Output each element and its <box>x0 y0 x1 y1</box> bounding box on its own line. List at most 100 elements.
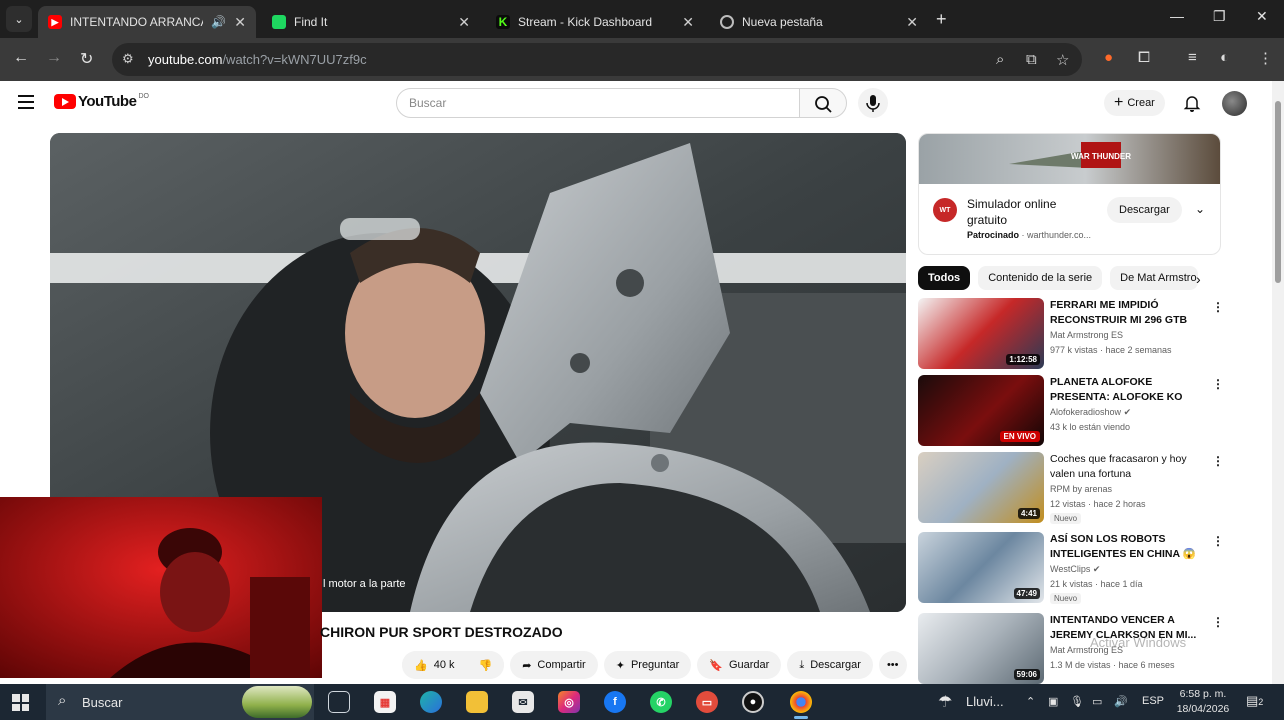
profile-avatar[interactable]: ◐ <box>1220 49 1229 66</box>
more-vertical-icon[interactable]: ⋮ <box>1212 454 1224 468</box>
tray-app-icon[interactable]: ▣ <box>1048 695 1058 708</box>
channel-name[interactable]: RPM by arenas <box>1050 484 1112 494</box>
ad-download-button[interactable]: Descargar <box>1107 197 1182 223</box>
clock[interactable]: 6:58 p. m. 18/04/2026 <box>1172 687 1234 717</box>
facebook-icon[interactable]: f <box>604 691 626 713</box>
hamburger-menu-icon[interactable] <box>18 95 34 113</box>
reload-icon[interactable]: ↻ <box>80 49 93 69</box>
recommendation-item[interactable]: 4:41 Coches que fracasaron y hoy valen u… <box>918 452 1224 524</box>
maximize-icon[interactable]: ❐ <box>1213 8 1226 25</box>
voice-search-button[interactable] <box>858 88 888 118</box>
extension-flame-icon[interactable]: ● <box>1104 49 1113 66</box>
app-red-icon[interactable]: ▭ <box>696 691 718 713</box>
create-button[interactable]: + Crear <box>1104 90 1165 116</box>
chevron-right-icon[interactable]: › <box>1196 271 1201 287</box>
extensions-icon[interactable]: ⧠ <box>1138 49 1150 66</box>
close-tab-icon[interactable]: ✕ <box>458 14 470 31</box>
mail-icon[interactable]: ✉ <box>512 691 534 713</box>
back-icon[interactable]: ← <box>13 49 29 67</box>
notifications-button[interactable] <box>1182 93 1202 118</box>
network-icon[interactable]: ▭ <box>1092 695 1102 708</box>
site-info-icon[interactable]: ⚙ <box>122 51 134 67</box>
close-tab-icon[interactable]: ✕ <box>234 14 246 31</box>
zoom-icon[interactable]: ⌕ <box>996 51 1004 68</box>
volume-icon[interactable]: 🔊 <box>1114 695 1128 708</box>
microsoft-store-icon[interactable]: ▦ <box>374 691 396 713</box>
recommendation-title[interactable]: FERRARI ME IMPIDIÓ RECONSTRUIR MI 296 GT… <box>1050 298 1198 328</box>
weather-label[interactable]: Lluvi... <box>966 694 1004 709</box>
video-thumbnail[interactable]: EN VIVO <box>918 375 1044 446</box>
close-window-icon[interactable]: ✕ <box>1256 8 1268 25</box>
minimize-icon[interactable]: — <box>1170 8 1184 24</box>
edge-icon[interactable] <box>420 691 442 713</box>
media-controls-icon[interactable]: ≡ <box>1188 49 1197 66</box>
chrome-taskbar-icon[interactable] <box>790 691 812 719</box>
ad-banner-image[interactable]: WAR THUNDER <box>919 134 1220 184</box>
more-vertical-icon[interactable]: ⋮ <box>1212 615 1224 629</box>
video-thumbnail[interactable]: 1:12:58 <box>918 298 1044 369</box>
tab-youtube[interactable]: ▶ INTENTANDO ARRANCAR EL 🔊 ✕ <box>38 6 256 38</box>
like-button[interactable]: 👍 40 k <box>402 651 467 679</box>
obs-icon[interactable]: ● <box>742 691 764 713</box>
tab-kick-dashboard[interactable]: K Stream - Kick Dashboard ✕ <box>486 6 704 38</box>
browser-toolbar: ← → ↻ ⚙ youtube.com/watch?v=kWN7UU7zf9c … <box>0 38 1284 81</box>
chrome-menu-icon[interactable]: ⋮ <box>1258 49 1273 67</box>
install-app-icon[interactable]: ⧉ <box>1026 51 1037 68</box>
more-vertical-icon[interactable]: ⋮ <box>1212 300 1224 314</box>
sponsored-ad-card[interactable]: WAR THUNDER WT Simulador online gratuito… <box>918 133 1221 255</box>
address-bar[interactable]: ⚙ youtube.com/watch?v=kWN7UU7zf9c ⌕ ⧉ ☆ <box>112 43 1082 76</box>
speaker-icon[interactable]: 🔊 <box>211 15 226 29</box>
url-text[interactable]: youtube.com/watch?v=kWN7UU7zf9c <box>148 52 367 67</box>
save-button[interactable]: 🔖 Guardar <box>697 651 782 679</box>
recommendation-title[interactable]: ASÍ SON LOS ROBOTS INTELIGENTES EN CHINA… <box>1050 532 1198 562</box>
language-indicator[interactable]: ESP <box>1142 695 1164 707</box>
video-thumbnail[interactable]: 4:41 <box>918 452 1044 523</box>
windows-start-icon[interactable] <box>12 694 29 711</box>
recommendation-title[interactable]: PLANETA ALOFOKE PRESENTA: ALOFOKE KO (ES… <box>1050 375 1198 405</box>
new-tab-icon[interactable]: + <box>936 9 947 30</box>
tab-search-button[interactable]: ⌄ <box>6 6 32 32</box>
search-box[interactable] <box>396 88 800 118</box>
dislike-button[interactable]: 👎 <box>472 651 505 679</box>
close-tab-icon[interactable]: ✕ <box>682 14 694 31</box>
chip-series-content[interactable]: Contenido de la serie <box>978 266 1103 290</box>
video-thumbnail[interactable]: 47:49 <box>918 532 1044 603</box>
search-input[interactable] <box>409 96 779 110</box>
video-thumbnail[interactable]: 59:06 <box>918 613 1044 684</box>
notifications-icon[interactable]: ▤2 <box>1246 693 1263 709</box>
recommendation-item[interactable]: EN VIVO PLANETA ALOFOKE PRESENTA: ALOFOK… <box>918 375 1224 447</box>
share-button[interactable]: ➦ Compartir <box>510 651 598 679</box>
channel-name[interactable]: Mat Armstrong ES <box>1050 330 1123 340</box>
whatsapp-icon[interactable]: ✆ <box>650 691 672 713</box>
tray-chevron-up-icon[interactable]: ⌃ <box>1026 695 1035 708</box>
chevron-down-icon[interactable]: ⌄ <box>1195 202 1205 216</box>
ask-button[interactable]: ✦ Preguntar <box>603 651 692 679</box>
download-button[interactable]: ⤓ Descargar <box>787 651 873 679</box>
more-actions-button[interactable]: ••• <box>878 651 907 679</box>
channel-name[interactable]: Alofokeradioshow ✔ <box>1050 407 1131 418</box>
more-vertical-icon[interactable]: ⋮ <box>1212 377 1224 391</box>
chip-all[interactable]: Todos <box>918 266 971 290</box>
channel-name[interactable]: WestClips ✔ <box>1050 564 1100 575</box>
page-scrollbar[interactable] <box>1272 81 1284 684</box>
instagram-icon[interactable]: ◎ <box>558 691 580 713</box>
youtube-logo[interactable]: YouTube DO <box>54 93 149 110</box>
more-vertical-icon[interactable]: ⋮ <box>1212 534 1224 548</box>
scrollbar-thumb[interactable] <box>1275 101 1281 283</box>
account-avatar[interactable] <box>1222 91 1247 116</box>
task-view-icon[interactable] <box>328 691 350 713</box>
taskbar-search[interactable]: ⌕ Buscar <box>46 684 314 720</box>
close-tab-icon[interactable]: ✕ <box>906 14 918 31</box>
recommendation-item[interactable]: 1:12:58 FERRARI ME IMPIDIÓ RECONSTRUIR M… <box>918 298 1224 370</box>
search-button[interactable] <box>799 88 847 118</box>
weather-icon[interactable]: ☂ <box>938 692 952 712</box>
tab-new-tab[interactable]: Nueva pestaña ✕ <box>710 6 928 38</box>
microphone-icon[interactable]: 🎙 <box>1070 695 1084 708</box>
chip-from-channel[interactable]: De Mat Armstro <box>1110 266 1199 290</box>
file-explorer-icon[interactable] <box>466 691 488 713</box>
bookmark-star-icon[interactable]: ☆ <box>1056 51 1069 69</box>
tab-find-it[interactable]: Find It ✕ <box>262 6 480 38</box>
recommendation-item[interactable]: 47:49 ASÍ SON LOS ROBOTS INTELIGENTES EN… <box>918 532 1224 604</box>
recommendation-title[interactable]: Coches que fracasaron y hoy valen una fo… <box>1050 452 1198 482</box>
forward-icon[interactable]: → <box>46 49 62 67</box>
